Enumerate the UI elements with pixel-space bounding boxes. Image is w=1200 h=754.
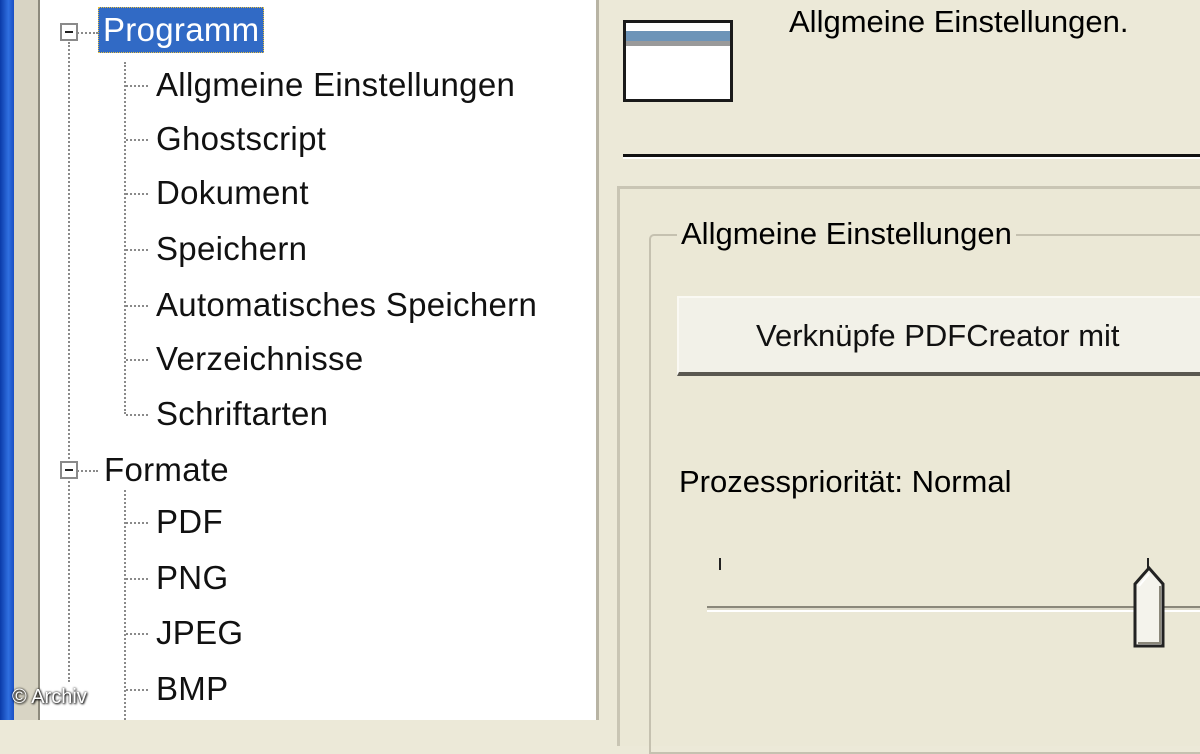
process-priority-slider[interactable] [699, 550, 1200, 660]
tree-line-programm [124, 62, 126, 414]
window-border [0, 0, 14, 720]
slider-track [707, 606, 1200, 612]
collapse-programm-icon[interactable] [60, 23, 78, 41]
tree-node-jpeg[interactable]: JPEG [156, 611, 243, 655]
tree-node-formate[interactable]: Formate [104, 448, 229, 492]
tree-branch [126, 85, 148, 87]
tree-branch [126, 305, 148, 307]
tree-branch [126, 633, 148, 635]
associate-pdfcreator-button[interactable]: Verknüpfe PDFCreator mit [677, 296, 1200, 376]
page-title: Allgmeine Einstellungen. [789, 4, 1129, 39]
icon-titlebar [626, 31, 730, 41]
tree-branch [126, 193, 148, 195]
tree-branch [126, 414, 148, 416]
tree-node-bmp[interactable]: BMP [156, 667, 228, 711]
tree-branch [126, 578, 148, 580]
tree-node-dokument[interactable]: Dokument [156, 171, 309, 215]
tree-branch [126, 249, 148, 251]
tree-node-verzeichnisse[interactable]: Verzeichnisse [156, 337, 364, 381]
group-title: Allgmeine Einstellungen [677, 212, 1016, 256]
tree-branch [126, 359, 148, 361]
process-priority-label: Prozesspriorität: Normal [679, 464, 1012, 499]
slider-thumb[interactable] [1131, 564, 1167, 648]
header-divider-highlight [623, 157, 1200, 159]
tree-line-root [68, 42, 70, 682]
tree-node-png[interactable]: PNG [156, 556, 228, 600]
copyright-watermark: © Archiv [12, 686, 87, 708]
tree-node-automatisches-speichern[interactable]: Automatisches Speichern [156, 283, 537, 327]
tree-node-programm[interactable]: Programm [98, 7, 265, 53]
tree-node-ghostscript[interactable]: Ghostscript [156, 117, 326, 161]
window-settings-icon [623, 20, 733, 102]
slider-tick [719, 558, 721, 570]
tree-node-schriftarten[interactable]: Schriftarten [156, 392, 328, 436]
tree-node-allgemeine-einstellungen[interactable]: Allgmeine Einstellungen [156, 63, 515, 107]
collapse-formate-icon[interactable] [60, 461, 78, 479]
tree-branch [126, 139, 148, 141]
settings-pane: Allgmeine Einstellungen. Allgmeine Einst… [599, 0, 1200, 754]
tree-node-pdf[interactable]: PDF [156, 500, 223, 544]
pdfcreator-options-window: Programm Allgmeine Einstellungen Ghostsc… [0, 0, 1200, 754]
tree-node-speichern[interactable]: Speichern [156, 227, 307, 271]
settings-tree[interactable]: Programm Allgmeine Einstellungen Ghostsc… [40, 0, 599, 720]
icon-menubar [626, 41, 730, 46]
window-frame [14, 0, 40, 720]
tree-line-formate [124, 490, 126, 720]
tree-branch [126, 522, 148, 524]
tree-branch [126, 689, 148, 691]
